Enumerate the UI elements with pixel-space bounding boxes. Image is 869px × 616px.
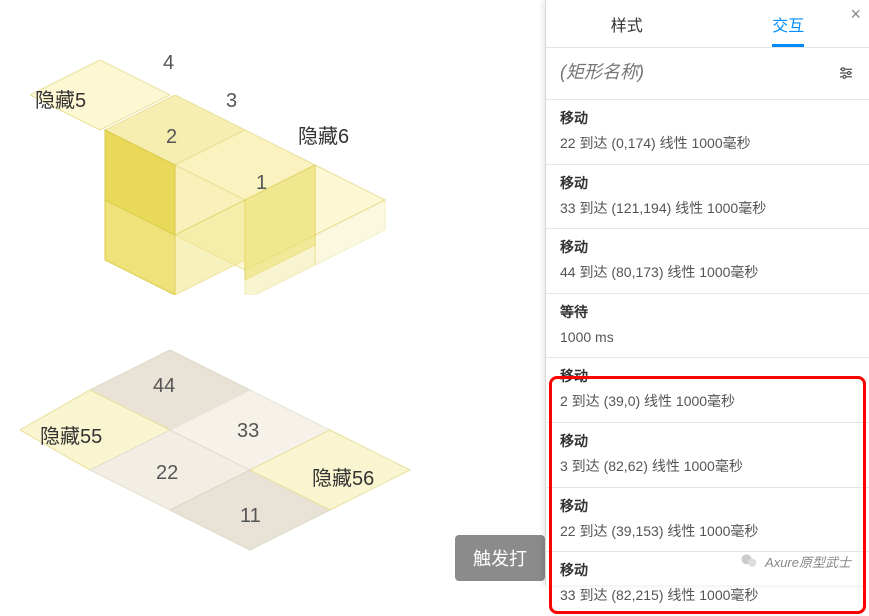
action-item[interactable]: 移动 22 到达 (0,174) 线性 1000毫秒 [546,99,869,164]
action-desc: 33 到达 (121,194) 线性 1000毫秒 [560,199,855,219]
watermark-text: Axure原型武士 [765,552,851,571]
action-title: 移动 [560,237,855,257]
widget-name-input[interactable] [560,58,829,87]
watermark: Axure原型武士 [739,551,851,571]
action-item[interactable]: 移动 33 到达 (121,194) 线性 1000毫秒 [546,164,869,229]
label-hidden-6: 隐藏6 [298,120,349,149]
action-title: 移动 [560,431,855,451]
action-desc: 33 到达 (82,215) 线性 1000毫秒 [560,586,855,606]
properties-panel: × 样式 交互 移动 22 到达 (0,174) 线性 1000毫秒 移动 33… [545,0,869,585]
action-title: 移动 [560,173,855,193]
action-item[interactable]: 等待 1000 ms [546,293,869,358]
action-item[interactable]: 移动 3 到达 (82,62) 线性 1000毫秒 [546,422,869,487]
label-4: 4 [163,52,174,75]
action-title: 等待 [560,302,855,322]
label-3: 3 [226,90,237,113]
action-desc: 2 到达 (39,0) 线性 1000毫秒 [560,392,855,412]
label-33: 33 [237,420,259,443]
action-item[interactable]: 移动 44 到达 (80,173) 线性 1000毫秒 [546,228,869,293]
wechat-icon [739,551,759,571]
tab-style-label: 样式 [611,18,643,35]
flat-tile-group[interactable] [20,350,460,580]
label-hidden-55: 隐藏55 [40,420,102,449]
action-desc: 22 到达 (39,153) 线性 1000毫秒 [560,522,855,542]
label-hidden-5: 隐藏5 [35,84,86,113]
action-desc: 3 到达 (82,62) 线性 1000毫秒 [560,457,855,477]
tab-interaction[interactable]: 交互 [708,12,869,36]
action-item[interactable]: 移动 22 到达 (39,153) 线性 1000毫秒 [546,487,869,552]
label-2: 2 [166,126,177,149]
trigger-button[interactable]: 触发打 [455,535,545,581]
panel-tabs: 样式 交互 [546,0,869,48]
tab-interaction-label: 交互 [772,18,804,35]
tab-underline [772,44,804,47]
tab-style[interactable]: 样式 [546,12,708,36]
action-item[interactable]: 移动 2 到达 (39,0) 线性 1000毫秒 [546,357,869,422]
action-desc: 22 到达 (0,174) 线性 1000毫秒 [560,134,855,154]
design-canvas[interactable]: 4 3 2 1 隐藏5 隐藏6 44 33 22 11 隐藏55 隐藏56 触发… [0,0,545,585]
label-22: 22 [156,462,178,485]
action-title: 移动 [560,496,855,516]
action-desc: 1000 ms [560,328,855,348]
action-title: 移动 [560,366,855,386]
widget-name-row [546,48,869,99]
trigger-button-label: 触发打 [473,549,527,569]
interaction-settings-icon[interactable] [837,64,855,82]
label-11: 11 [240,505,261,528]
action-title: 移动 [560,108,855,128]
label-hidden-56: 隐藏56 [312,462,374,491]
label-1: 1 [256,172,267,195]
action-desc: 44 到达 (80,173) 线性 1000毫秒 [560,263,855,283]
actions-list: 移动 22 到达 (0,174) 线性 1000毫秒 移动 33 到达 (121… [546,99,869,616]
label-44: 44 [153,375,175,398]
